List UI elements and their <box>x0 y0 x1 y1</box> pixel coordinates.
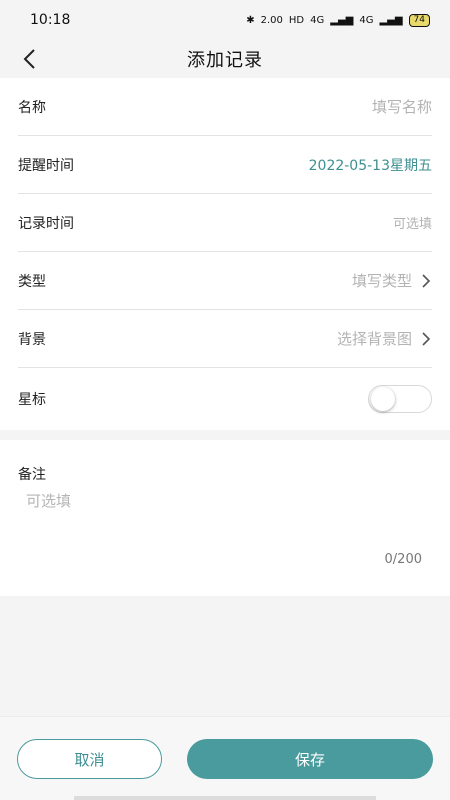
name-label: 名称 <box>18 99 46 116</box>
star-row: 星标 <box>18 370 432 428</box>
remind-time-value[interactable]: 2022-05-13星期五 <box>309 155 432 175</box>
bottom-action-bar: 取消 保存 <box>0 716 450 800</box>
toggle-knob <box>371 387 395 411</box>
status-icons: ✱ 2.00 HD 4G ▂▄▆ 4G ▂▄▆ 74 <box>246 13 430 27</box>
nav-bar: 添加记录 <box>0 40 450 78</box>
network-speed: 2.00 <box>260 14 283 26</box>
bluetooth-icon: ✱ <box>246 14 255 26</box>
remark-section: 备注 0/200 <box>0 440 450 596</box>
name-input[interactable]: 填写名称 <box>372 96 432 117</box>
home-indicator <box>74 796 376 800</box>
record-time-label: 记录时间 <box>18 215 74 232</box>
chevron-right-icon <box>422 273 431 288</box>
hd-indicator: HD <box>288 14 305 26</box>
back-button[interactable] <box>14 44 44 74</box>
remark-textarea[interactable] <box>26 490 426 560</box>
page-title: 添加记录 <box>187 50 263 71</box>
remark-label: 备注 <box>18 467 46 483</box>
signal-bars-icon: ▂▄▆ <box>330 14 354 26</box>
chevron-left-icon <box>23 49 35 69</box>
background-placeholder: 选择背景图 <box>336 330 412 348</box>
record-form: 名称 填写名称 提醒时间 2022-05-13星期五 记录时间 可选填 类型 填… <box>0 78 450 430</box>
status-time: 10:18 <box>30 12 71 28</box>
cancel-button[interactable]: 取消 <box>17 739 162 779</box>
background-row[interactable]: 背景 选择背景图 <box>18 310 432 368</box>
remind-time-label: 提醒时间 <box>18 157 74 174</box>
type-selector[interactable]: 填写类型 <box>352 270 432 291</box>
type-placeholder: 填写类型 <box>351 272 412 290</box>
signal-4g-1: 4G <box>310 14 325 26</box>
star-toggle[interactable] <box>368 385 432 413</box>
type-row[interactable]: 类型 填写类型 <box>18 252 432 310</box>
background-label: 背景 <box>18 331 46 348</box>
save-button[interactable]: 保存 <box>187 739 433 779</box>
signal-4g-2: 4G <box>359 14 374 26</box>
record-time-input[interactable]: 可选填 <box>393 213 432 232</box>
star-label: 星标 <box>18 392 46 408</box>
chevron-right-icon <box>422 331 431 346</box>
record-time-row[interactable]: 记录时间 可选填 <box>18 194 432 252</box>
signal-bars-icon-2: ▂▄▆ <box>379 14 403 26</box>
type-label: 类型 <box>18 273 46 290</box>
status-bar: 10:18 ✱ 2.00 HD 4G ▂▄▆ 4G ▂▄▆ 74 <box>0 0 450 40</box>
background-selector[interactable]: 选择背景图 <box>337 328 432 349</box>
name-row[interactable]: 名称 填写名称 <box>18 78 432 136</box>
battery-icon: 74 <box>408 13 430 27</box>
remind-time-row[interactable]: 提醒时间 2022-05-13星期五 <box>18 136 432 194</box>
remark-char-count: 0/200 <box>384 552 422 567</box>
